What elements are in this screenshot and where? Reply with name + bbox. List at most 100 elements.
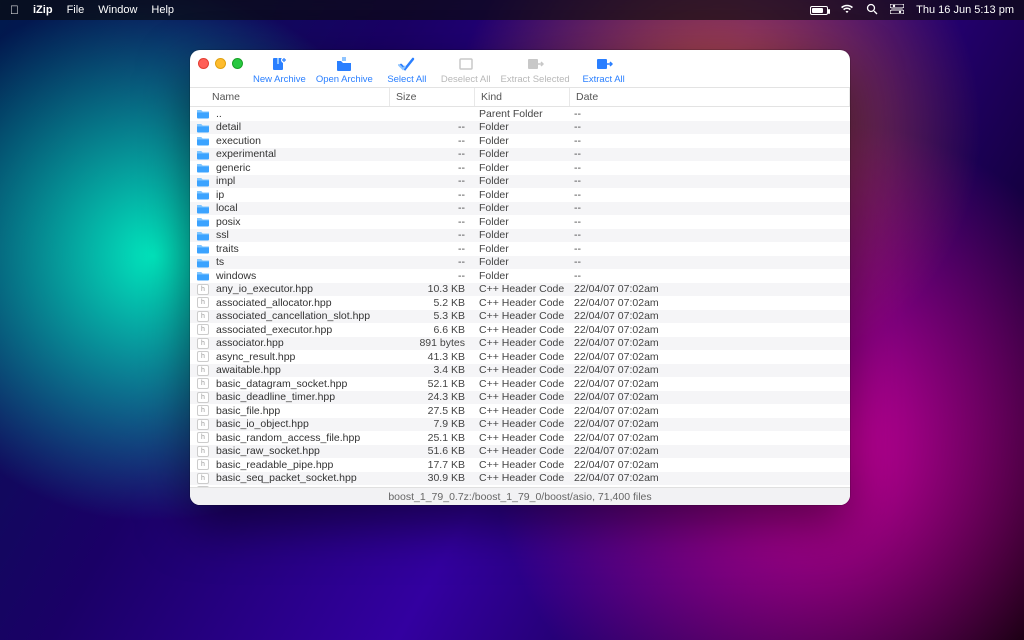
file-row[interactable]: hbasic_readable_pipe.hpp17.7 KBC++ Heade…: [190, 458, 850, 472]
folder-row[interactable]: impl--Folder--: [190, 175, 850, 189]
file-row[interactable]: hbasic_datagram_socket.hpp52.1 KBC++ Hea…: [190, 377, 850, 391]
item-date: --: [570, 148, 850, 160]
folder-row[interactable]: traits--Folder--: [190, 242, 850, 256]
minimize-button[interactable]: [215, 58, 226, 69]
file-list[interactable]: ..Parent Folder--detail--Folder--executi…: [190, 107, 850, 487]
select-all-icon: [397, 56, 417, 72]
item-date: --: [570, 135, 850, 147]
header-file-icon: h: [196, 459, 210, 470]
select-all-button[interactable]: Select All: [383, 56, 431, 85]
folder-row[interactable]: generic--Folder--: [190, 161, 850, 175]
item-name: basic_io_object.hpp: [216, 418, 309, 430]
item-size: 25.1 KB: [390, 432, 475, 444]
item-name: posix: [216, 216, 241, 228]
folder-icon: [196, 162, 210, 173]
extract-all-button[interactable]: Extract All: [580, 56, 628, 85]
item-kind: Folder: [475, 189, 570, 201]
menu-window[interactable]: Window: [98, 4, 137, 16]
new-archive-button[interactable]: New Archive: [253, 56, 306, 85]
file-row[interactable]: hasync_result.hpp41.3 KBC++ Header Code2…: [190, 350, 850, 364]
desktop:  iZip File Window Help Thu 16 Jun 5:13 …: [0, 0, 1024, 640]
item-date: 22/04/07 07:02am: [570, 324, 850, 336]
header-size[interactable]: Size: [390, 88, 475, 106]
header-date[interactable]: Date: [570, 88, 850, 106]
item-date: --: [570, 229, 850, 241]
extract-all-label: Extract All: [583, 74, 625, 85]
menu-help[interactable]: Help: [151, 4, 174, 16]
item-size: --: [390, 135, 475, 147]
header-name[interactable]: Name: [190, 88, 390, 106]
item-size: 6.6 KB: [390, 324, 475, 336]
folder-row[interactable]: experimental--Folder--: [190, 148, 850, 162]
file-row[interactable]: hbasic_seq_packet_socket.hpp30.9 KBC++ H…: [190, 472, 850, 486]
spotlight-icon[interactable]: [866, 3, 878, 18]
folder-row[interactable]: local--Folder--: [190, 202, 850, 216]
control-center-icon[interactable]: [890, 4, 904, 17]
close-button[interactable]: [198, 58, 209, 69]
menu-file[interactable]: File: [67, 4, 85, 16]
item-name: ..: [216, 108, 222, 120]
item-date: --: [570, 202, 850, 214]
apple-menu-icon[interactable]: : [10, 3, 19, 17]
file-row[interactable]: hbasic_io_object.hpp7.9 KBC++ Header Cod…: [190, 418, 850, 432]
item-kind: C++ Header Code: [475, 378, 570, 390]
folder-row[interactable]: posix--Folder--: [190, 215, 850, 229]
folder-row[interactable]: ip--Folder--: [190, 188, 850, 202]
file-row[interactable]: hany_io_executor.hpp10.3 KBC++ Header Co…: [190, 283, 850, 297]
header-file-icon: h: [196, 351, 210, 362]
folder-row[interactable]: execution--Folder--: [190, 134, 850, 148]
file-row[interactable]: hawaitable.hpp3.4 KBC++ Header Code22/04…: [190, 364, 850, 378]
file-row[interactable]: hbasic_random_access_file.hpp25.1 KBC++ …: [190, 431, 850, 445]
item-size: --: [390, 216, 475, 228]
item-kind: Folder: [475, 148, 570, 160]
wifi-icon[interactable]: [840, 4, 854, 17]
battery-icon[interactable]: [810, 6, 828, 15]
item-size: 7.9 KB: [390, 418, 475, 430]
status-bar: boost_1_79_0.7z:/boost_1_79_0/boost/asio…: [190, 487, 850, 505]
item-name: traits: [216, 243, 239, 255]
folder-row[interactable]: windows--Folder--: [190, 269, 850, 283]
item-date: --: [570, 256, 850, 268]
item-size: --: [390, 175, 475, 187]
item-name: basic_raw_socket.hpp: [216, 445, 320, 457]
item-name: execution: [216, 135, 261, 147]
open-archive-label: Open Archive: [316, 74, 373, 85]
open-archive-button[interactable]: Open Archive: [316, 56, 373, 85]
header-kind[interactable]: Kind: [475, 88, 570, 106]
item-kind: C++ Header Code: [475, 472, 570, 484]
item-date: 22/04/07 07:02am: [570, 351, 850, 363]
menubar:  iZip File Window Help Thu 16 Jun 5:13 …: [0, 0, 1024, 20]
file-row[interactable]: hassociated_cancellation_slot.hpp5.3 KBC…: [190, 310, 850, 324]
header-file-icon: h: [196, 446, 210, 457]
deselect-all-icon: [456, 56, 476, 72]
header-file-icon: h: [196, 297, 210, 308]
app-menu[interactable]: iZip: [33, 4, 53, 16]
folder-row[interactable]: detail--Folder--: [190, 121, 850, 135]
item-date: 22/04/07 07:02am: [570, 283, 850, 295]
deselect-all-button: Deselect All: [441, 56, 491, 85]
item-size: 3.4 KB: [390, 364, 475, 376]
item-size: --: [390, 229, 475, 241]
item-date: 22/04/07 07:02am: [570, 405, 850, 417]
file-row[interactable]: hassociated_allocator.hpp5.2 KBC++ Heade…: [190, 296, 850, 310]
izip-window: New Archive Open Archive Select All: [190, 50, 850, 505]
folder-icon: [196, 216, 210, 227]
folder-row[interactable]: ..Parent Folder--: [190, 107, 850, 121]
item-kind: Folder: [475, 162, 570, 174]
zoom-button[interactable]: [232, 58, 243, 69]
item-kind: Parent Folder: [475, 108, 570, 120]
file-row[interactable]: hbasic_file.hpp27.5 KBC++ Header Code22/…: [190, 404, 850, 418]
file-row[interactable]: hbasic_raw_socket.hpp51.6 KBC++ Header C…: [190, 445, 850, 459]
item-name: basic_readable_pipe.hpp: [216, 459, 333, 471]
item-kind: Folder: [475, 216, 570, 228]
item-name: basic_random_access_file.hpp: [216, 432, 360, 444]
file-row[interactable]: hassociated_executor.hpp6.6 KBC++ Header…: [190, 323, 850, 337]
folder-row[interactable]: ts--Folder--: [190, 256, 850, 270]
item-size: 52.1 KB: [390, 378, 475, 390]
file-row[interactable]: hassociator.hpp891 bytesC++ Header Code2…: [190, 337, 850, 351]
folder-row[interactable]: ssl--Folder--: [190, 229, 850, 243]
header-file-icon: h: [196, 432, 210, 443]
header-file-icon: h: [196, 378, 210, 389]
file-row[interactable]: hbasic_deadline_timer.hpp24.3 KBC++ Head…: [190, 391, 850, 405]
menubar-clock[interactable]: Thu 16 Jun 5:13 pm: [916, 4, 1014, 16]
